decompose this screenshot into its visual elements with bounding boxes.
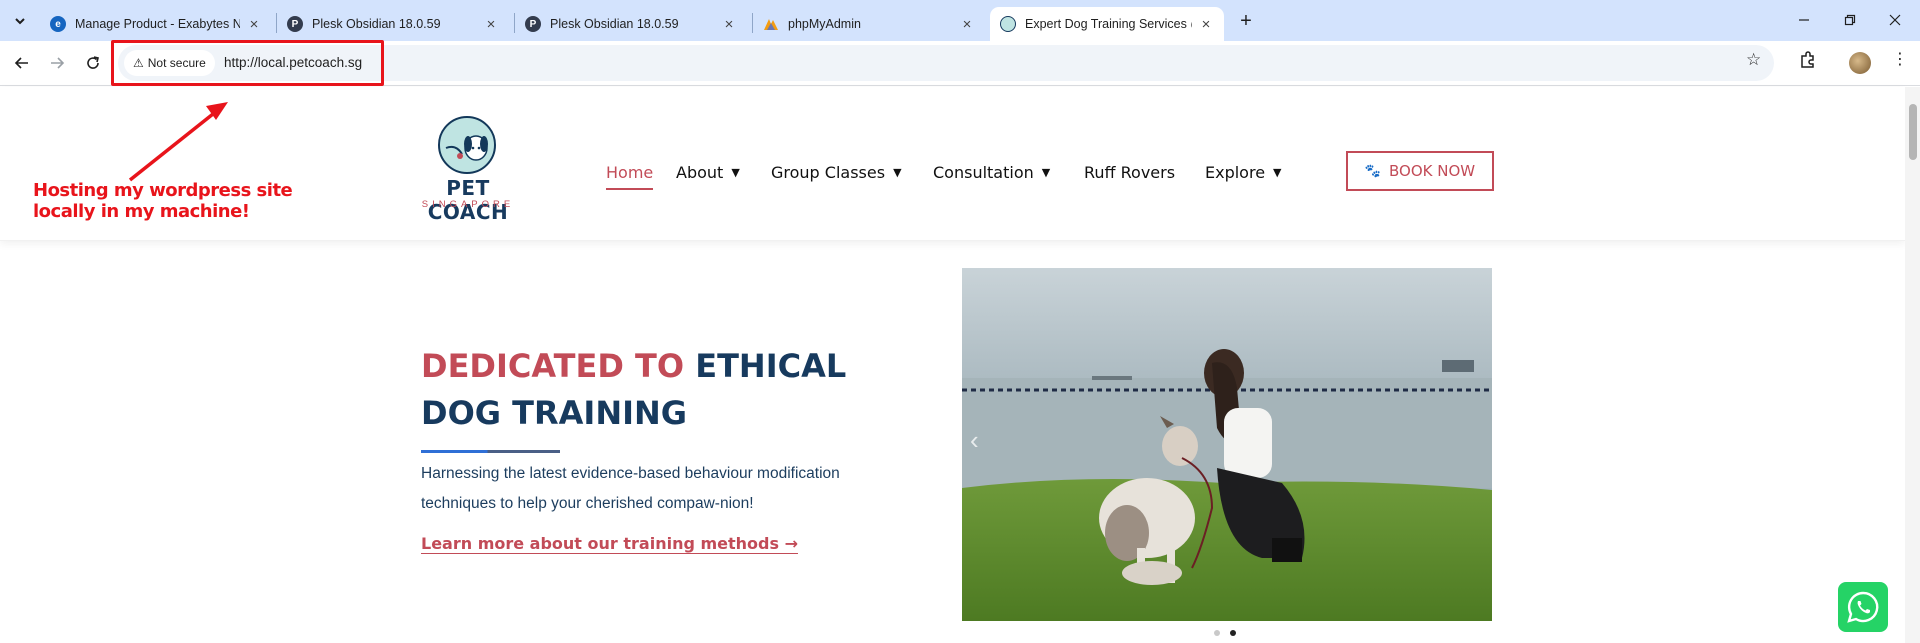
close-tab-icon[interactable]: × — [483, 16, 499, 33]
nav-label: About — [676, 163, 724, 182]
slider-dot-2-active[interactable] — [1230, 630, 1236, 636]
hero-image-slider[interactable] — [962, 268, 1492, 621]
book-now-label: BOOK NOW — [1389, 162, 1476, 180]
profile-avatar[interactable] — [1849, 52, 1871, 74]
whatsapp-chat-button[interactable] — [1838, 582, 1888, 632]
nav-home[interactable]: Home — [606, 163, 654, 190]
webpage: PET COACH SINGAPORE Home About ▼ Group Cl… — [0, 87, 1920, 643]
close-window-icon[interactable] — [1882, 8, 1908, 32]
dog-training-photo — [962, 268, 1492, 621]
tab-title: Plesk Obsidian 18.0.59 — [312, 17, 441, 31]
hero-divider — [421, 450, 560, 453]
annotation-line-2: locally in my machine! — [33, 201, 250, 222]
plesk-favicon-icon: P — [525, 16, 541, 32]
minimize-window-icon[interactable] — [1791, 8, 1817, 32]
hero-description: Harnessing the latest evidence-based beh… — [421, 465, 840, 512]
hero-title-pink: DEDICATED TO — [421, 347, 685, 385]
nav-group-classes[interactable]: Group Classes ▼ — [771, 163, 902, 182]
browser-tab-3[interactable]: P Plesk Obsidian 18.0.59 × — [515, 7, 747, 41]
logo-subtext: SINGAPORE — [421, 199, 515, 210]
whatsapp-icon — [1847, 591, 1879, 623]
nav-consultation[interactable]: Consultation ▼ — [933, 163, 1050, 182]
scrollbar-thumb[interactable] — [1909, 104, 1917, 160]
hero-title-blue-2: DOG TRAINING — [421, 394, 688, 432]
petcoach-logo[interactable]: PET COACH SINGAPORE — [408, 116, 528, 224]
bookmark-star-icon[interactable]: ☆ — [1746, 50, 1761, 70]
close-tab-icon[interactable]: × — [1198, 16, 1214, 33]
page-scrollbar[interactable] — [1905, 87, 1920, 643]
training-methods-link[interactable]: Learn more about our training methods → — [421, 534, 798, 553]
browser-tab-4[interactable]: phpMyAdmin × — [753, 7, 985, 41]
new-tab-plus-icon[interactable]: + — [1234, 9, 1258, 33]
plesk-favicon-icon: P — [287, 16, 303, 32]
browser-tab-2[interactable]: P Plesk Obsidian 18.0.59 × — [277, 7, 509, 41]
nav-ruff-rovers[interactable]: Ruff Rovers — [1084, 163, 1175, 182]
hero-title-blue-1: ETHICAL — [695, 347, 847, 385]
restore-window-icon[interactable] — [1837, 8, 1863, 32]
close-tab-icon[interactable]: × — [721, 16, 737, 33]
paw-icon: 🐾 — [1364, 163, 1382, 179]
slider-pagination — [1214, 630, 1236, 636]
nav-label: Explore — [1205, 163, 1266, 182]
book-now-button[interactable]: 🐾 BOOK NOW — [1346, 151, 1494, 191]
browser-tab-bar: e Manage Product - Exabytes Net × P Ples… — [0, 0, 1920, 41]
nav-label: Home — [606, 163, 654, 182]
phpmyadmin-favicon-icon — [763, 16, 779, 32]
nav-explore[interactable]: Explore ▼ — [1205, 163, 1282, 182]
slider-prev-chevron-icon[interactable]: ‹ — [970, 425, 979, 456]
tab-title: Expert Dog Training Services @ — [1025, 17, 1192, 31]
dropdown-caret-icon: ▼ — [1273, 166, 1282, 179]
nav-label: Group Classes — [771, 163, 886, 182]
tab-title: phpMyAdmin — [788, 17, 861, 31]
extensions-puzzle-icon[interactable] — [1798, 50, 1818, 70]
slider-dot-1[interactable] — [1214, 630, 1220, 636]
dropdown-caret-icon: ▼ — [1041, 166, 1051, 179]
nav-label: Consultation — [933, 163, 1034, 182]
dropdown-caret-icon: ▼ — [893, 166, 902, 179]
browser-menu-kebab-icon[interactable]: ⋮ — [1892, 49, 1908, 69]
tab-title: Plesk Obsidian 18.0.59 — [550, 17, 679, 31]
browser-tab-5-active[interactable]: Expert Dog Training Services @ × — [990, 7, 1224, 41]
annotation-line-1: Hosting my wordpress site — [33, 180, 293, 201]
nav-label: Ruff Rovers — [1084, 163, 1176, 182]
close-tab-icon[interactable]: × — [959, 16, 975, 33]
dropdown-caret-icon: ▼ — [731, 166, 740, 179]
petcoach-favicon-icon — [1000, 16, 1016, 32]
hero-title: DEDICATED TO ETHICAL DOG TRAINING — [421, 343, 881, 437]
nav-about[interactable]: About ▼ — [676, 163, 740, 182]
logo-dog-emblem-icon — [438, 116, 496, 174]
annotation-callout: Hosting my wordpress site locally in my … — [33, 180, 293, 222]
